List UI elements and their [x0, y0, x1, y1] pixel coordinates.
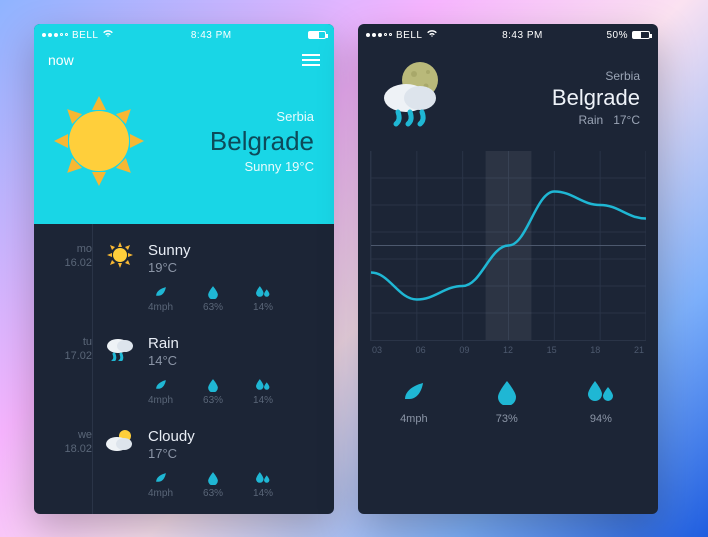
humidity-value: 73%: [496, 413, 518, 425]
wind-stat: 4mph: [148, 285, 173, 313]
forecast-icon: [102, 242, 138, 313]
forecast-condition: Sunny: [148, 242, 322, 259]
country-label: Serbia: [552, 69, 640, 83]
humidity-stat: 63%: [203, 471, 223, 499]
precip-value: 94%: [590, 413, 612, 425]
forecast-row[interactable]: mo16.02 Sunny19°C 4mph 63% 14%: [48, 234, 322, 327]
battery-icon: [308, 31, 326, 39]
condition-temp-label: Sunny 19°C: [210, 159, 314, 174]
humidity-stat: 73%: [496, 379, 518, 425]
location-block: Serbia Belgrade Rain17°C: [552, 69, 640, 127]
city-label: Belgrade: [210, 126, 314, 157]
x-tick: 21: [634, 345, 644, 355]
cloud-rain-moon-icon: [376, 58, 454, 137]
carrier-label: BELL: [72, 30, 98, 41]
forecast-temp: 17°C: [148, 446, 322, 461]
x-tick: 03: [372, 345, 382, 355]
condition-temp-label: Rain17°C: [552, 113, 640, 127]
x-tick: 09: [459, 345, 469, 355]
precip-stat: 14%: [253, 285, 273, 313]
precip-stat: 94%: [586, 379, 616, 425]
status-bar: BELL 8:43 PM 50%: [358, 24, 658, 46]
battery-percent-label: 50%: [606, 30, 628, 41]
leaf-icon: [401, 379, 427, 405]
current-weather-block: Serbia Belgrade Rain17°C: [358, 46, 658, 145]
current-weather-panel: BELL 8:43 PM now: [34, 24, 334, 224]
wind-stat: 4mph: [148, 471, 173, 499]
header-nav: now: [34, 46, 334, 68]
forecast-row[interactable]: we18.02 Cloudy17°C 4mph 63% 14%: [48, 420, 322, 513]
detail-stats: 4mph 73% 94%: [358, 359, 658, 425]
forecast-date: mo16.02: [48, 242, 92, 313]
forecast-icon: [102, 428, 138, 499]
precip-stat: 14%: [253, 471, 273, 499]
status-bar: BELL 8:43 PM: [34, 24, 334, 46]
temperature-chart[interactable]: 03 06 09 12 15 18 21: [358, 145, 658, 359]
forecast-list[interactable]: mo16.02 Sunny19°C 4mph 63% 14% tu17.02 Rain14°…: [34, 224, 334, 514]
location-block: Serbia Belgrade Sunny 19°C: [210, 109, 314, 174]
sun-icon: [54, 96, 144, 186]
timeline-line: [92, 224, 93, 514]
wind-stat: 4mph: [148, 378, 173, 406]
clock-label: 8:43 PM: [502, 30, 543, 41]
forecast-condition: Cloudy: [148, 428, 322, 445]
wifi-icon: [102, 29, 114, 41]
phone-right: BELL 8:43 PM 50% Serbia Belgrade: [358, 24, 658, 514]
carrier-label: BELL: [396, 30, 422, 41]
forecast-condition: Rain: [148, 335, 322, 352]
forecast-icon: [102, 335, 138, 406]
wifi-icon: [426, 29, 438, 41]
forecast-row[interactable]: tu17.02 Rain14°C 4mph 63% 14%: [48, 327, 322, 420]
signal-dots-icon: [42, 33, 68, 37]
battery-icon: [632, 31, 650, 39]
drop-icon: [496, 379, 518, 405]
forecast-date: tu17.02: [48, 335, 92, 406]
forecast-temp: 14°C: [148, 353, 322, 368]
city-label: Belgrade: [552, 85, 640, 111]
humidity-stat: 63%: [203, 285, 223, 313]
x-tick: 18: [590, 345, 600, 355]
x-tick: 12: [503, 345, 513, 355]
hamburger-menu-icon[interactable]: [302, 54, 320, 66]
x-tick: 06: [416, 345, 426, 355]
humidity-stat: 63%: [203, 378, 223, 406]
x-tick: 15: [547, 345, 557, 355]
phone-left: BELL 8:43 PM now: [34, 24, 334, 514]
wind-value: 4mph: [400, 413, 428, 425]
drops-icon: [586, 379, 616, 405]
now-label[interactable]: now: [48, 52, 74, 68]
wind-stat: 4mph: [400, 379, 428, 425]
signal-dots-icon: [366, 33, 392, 37]
forecast-date: we18.02: [48, 428, 92, 499]
country-label: Serbia: [210, 109, 314, 124]
forecast-temp: 19°C: [148, 260, 322, 275]
precip-stat: 14%: [253, 378, 273, 406]
clock-label: 8:43 PM: [191, 30, 232, 41]
chart-x-ticks: 03 06 09 12 15 18 21: [370, 341, 646, 355]
